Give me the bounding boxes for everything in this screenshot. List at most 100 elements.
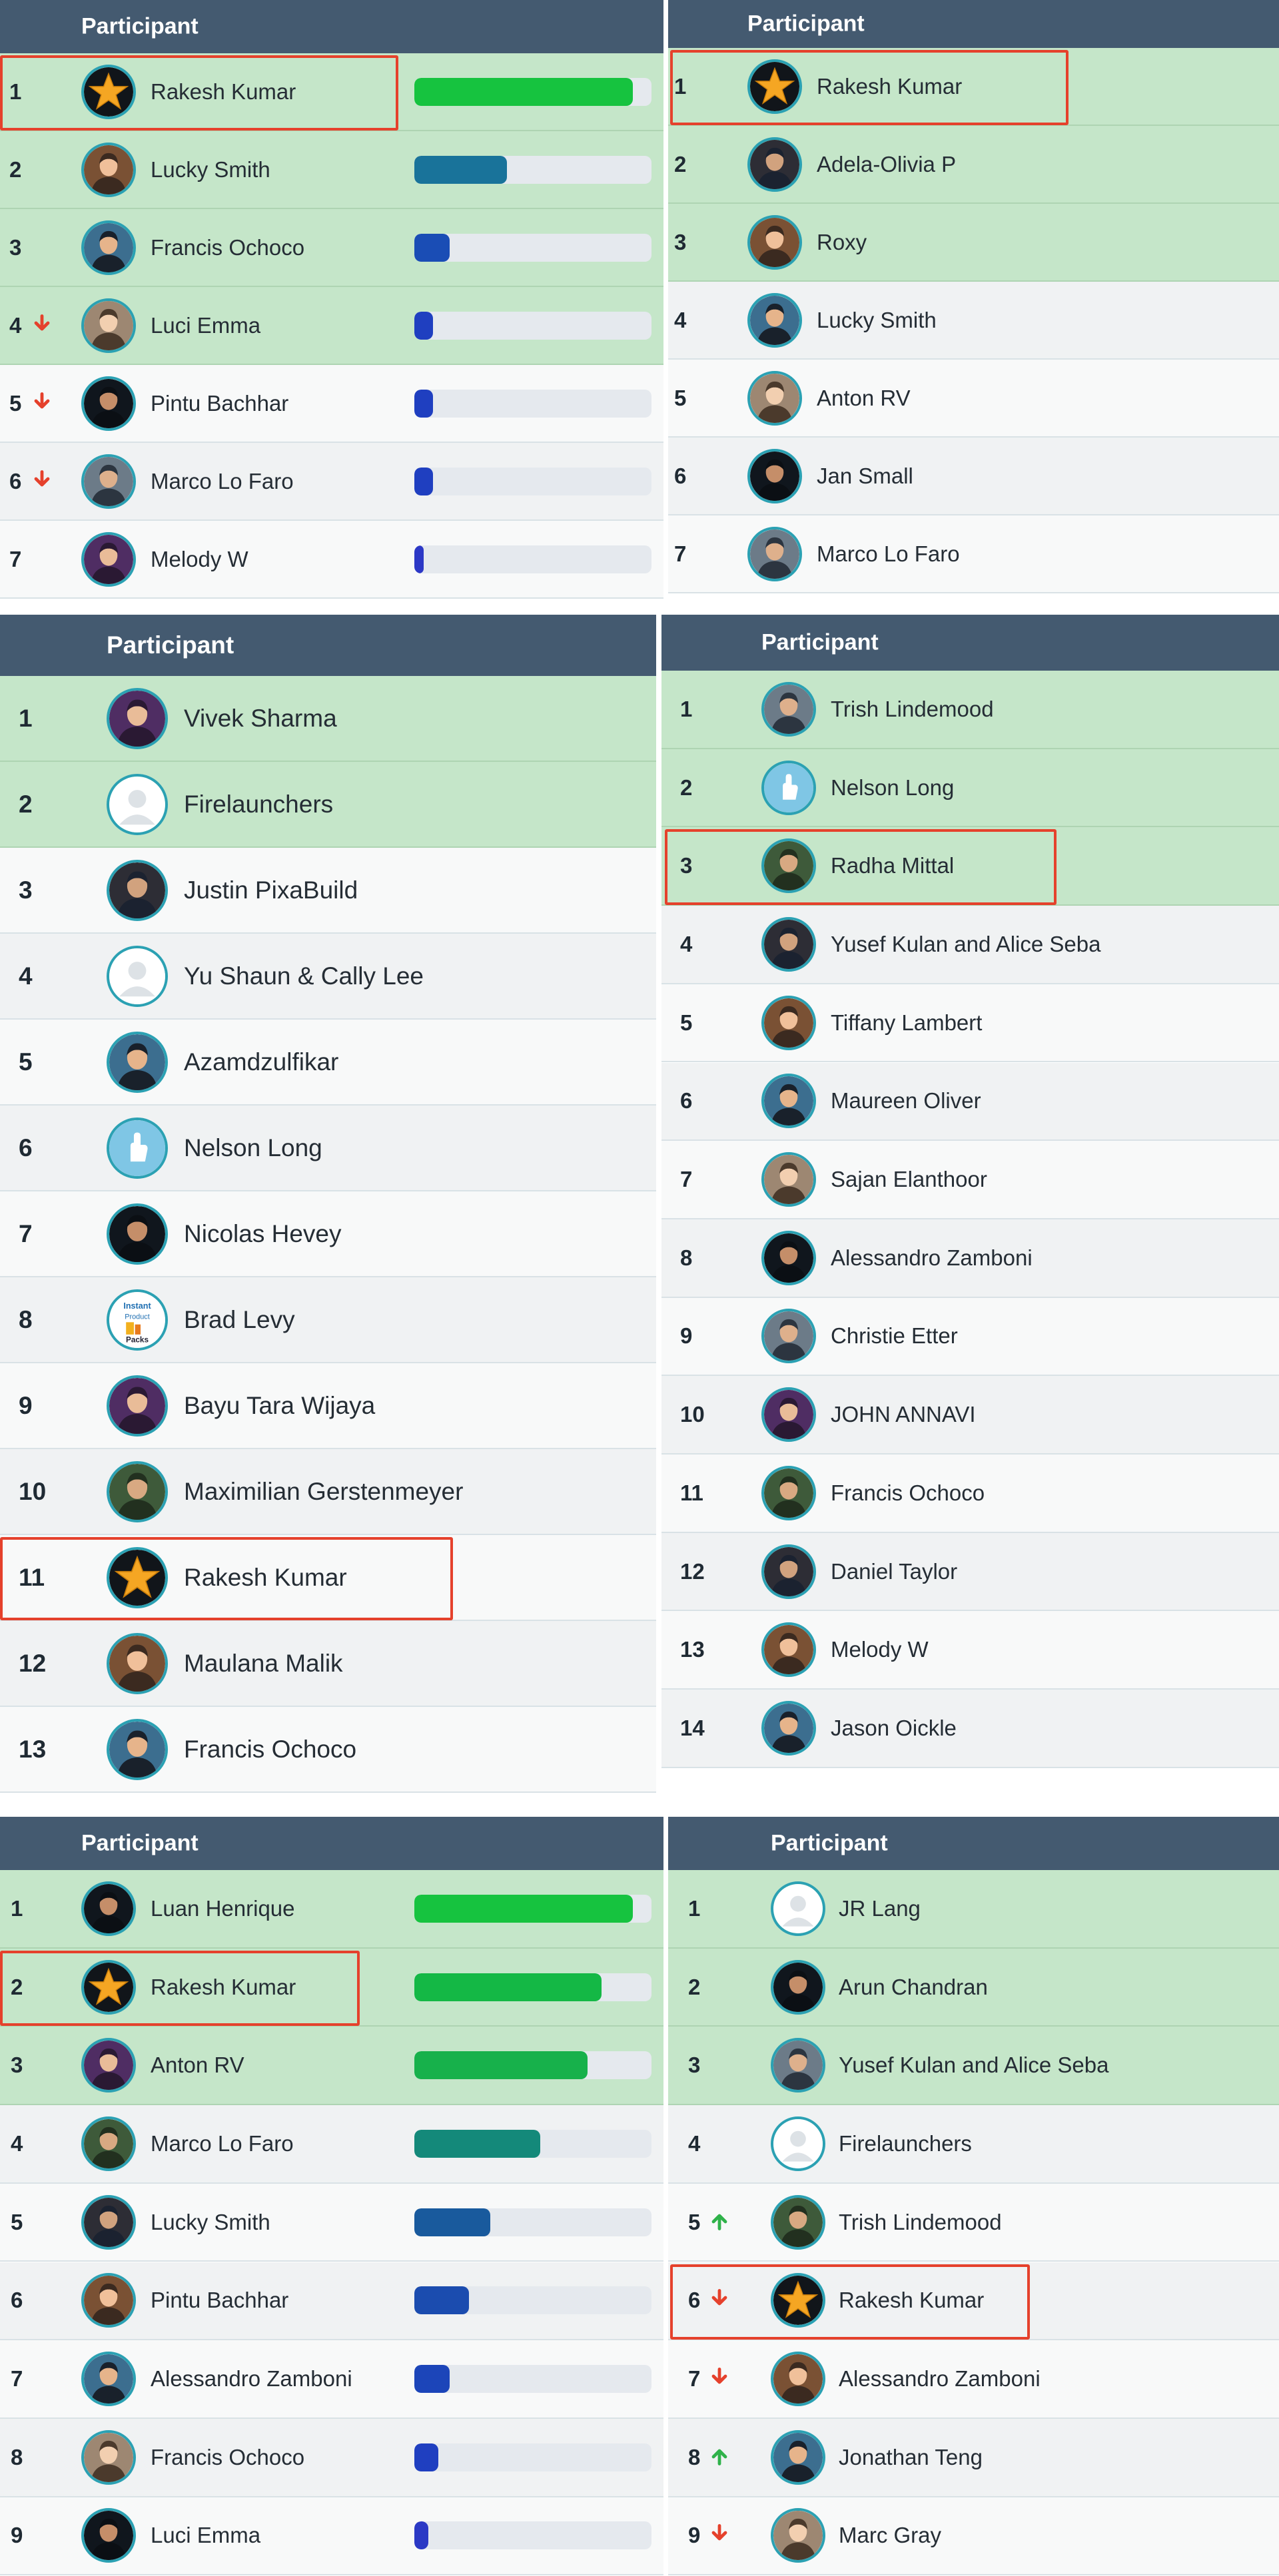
participant-name[interactable]: Pintu Bachhar — [151, 391, 288, 416]
participant-name[interactable]: Alessandro Zamboni — [831, 1245, 1033, 1271]
leaderboard-row[interactable]: 4 Luci Emma — [0, 287, 663, 365]
leaderboard-row[interactable]: 1 Trish Lindemood — [661, 671, 1279, 749]
leaderboard-row[interactable]: 8 Alessandro Zamboni — [661, 1219, 1279, 1298]
participant-name[interactable]: Marco Lo Faro — [151, 469, 294, 494]
participant-name[interactable]: Yu Shaun & Cally Lee — [184, 962, 424, 990]
participant-name[interactable]: Justin PixaBuild — [184, 876, 358, 904]
participant-name[interactable]: Azamdzulfikar — [184, 1048, 338, 1076]
leaderboard-row[interactable]: 3 Francis Ochoco — [0, 209, 663, 287]
leaderboard-row[interactable]: 9 Bayu Tara Wijaya — [0, 1363, 656, 1449]
leaderboard-row[interactable]: 4 Firelaunchers — [668, 2105, 1279, 2184]
participant-name[interactable]: JOHN ANNAVI — [831, 1402, 976, 1427]
leaderboard-row[interactable]: 3 Yusef Kulan and Alice Seba — [668, 2027, 1279, 2106]
leaderboard-row[interactable]: 6 Pintu Bachhar — [0, 2262, 663, 2341]
leaderboard-row[interactable]: 4 Marco Lo Faro — [0, 2105, 663, 2184]
participant-name[interactable]: Marco Lo Faro — [151, 2131, 294, 2156]
participant-name[interactable]: Sajan Elanthoor — [831, 1167, 987, 1192]
participant-name[interactable]: Jason Oickle — [831, 1716, 957, 1741]
leaderboard-row[interactable]: 6 Jan Small — [668, 438, 1279, 515]
participant-name[interactable]: Nelson Long — [184, 1134, 322, 1162]
leaderboard-row[interactable]: 4 Yusef Kulan and Alice Seba — [661, 906, 1279, 984]
leaderboard-row[interactable]: 6 Rakesh Kumar — [668, 2262, 1279, 2341]
leaderboard-row[interactable]: 1 Luan Henrique — [0, 1870, 663, 1949]
leaderboard-row[interactable]: 2 Arun Chandran — [668, 1948, 1279, 2027]
participant-name[interactable]: Vivek Sharma — [184, 705, 337, 733]
leaderboard-row[interactable]: 5 Tiffany Lambert — [661, 984, 1279, 1063]
participant-name[interactable]: Luan Henrique — [151, 1896, 295, 1921]
leaderboard-row[interactable]: 8 Francis Ochoco — [0, 2418, 663, 2497]
participant-name[interactable]: Rakesh Kumar — [839, 2288, 984, 2313]
leaderboard-row[interactable]: 9 Luci Emma — [0, 2497, 663, 2576]
participant-name[interactable]: Firelaunchers — [184, 791, 333, 818]
participant-name[interactable]: Anton RV — [817, 386, 911, 411]
participant-name[interactable]: Luci Emma — [151, 2523, 260, 2548]
participant-name[interactable]: Firelaunchers — [839, 2131, 972, 2156]
leaderboard-row[interactable]: 4 Lucky Smith — [668, 282, 1279, 360]
leaderboard-row[interactable]: 2 Rakesh Kumar — [0, 1948, 663, 2027]
leaderboard-row[interactable]: 2 Firelaunchers — [0, 762, 656, 848]
participant-name[interactable]: Tiffany Lambert — [831, 1010, 982, 1036]
leaderboard-row[interactable]: 7 Melody W — [0, 521, 663, 599]
leaderboard-row[interactable]: 2 Lucky Smith — [0, 131, 663, 209]
leaderboard-row[interactable]: 9 Marc Gray — [668, 2497, 1279, 2576]
participant-name[interactable]: Melody W — [831, 1637, 929, 1662]
participant-name[interactable]: Rakesh Kumar — [151, 79, 296, 105]
leaderboard-row[interactable]: 7 Sajan Elanthoor — [661, 1141, 1279, 1219]
leaderboard-row[interactable]: 5 Lucky Smith — [0, 2183, 663, 2262]
leaderboard-row[interactable]: 7 Nicolas Hevey — [0, 1191, 656, 1277]
participant-name[interactable]: Trish Lindemood — [839, 2210, 1002, 2235]
leaderboard-row[interactable]: 10 JOHN ANNAVI — [661, 1376, 1279, 1454]
participant-name[interactable]: Anton RV — [151, 2053, 244, 2078]
participant-name[interactable]: Roxy — [817, 230, 867, 255]
participant-name[interactable]: Rakesh Kumar — [817, 74, 962, 99]
leaderboard-row[interactable]: 3 Anton RV — [0, 2027, 663, 2106]
participant-name[interactable]: Jonathan Teng — [839, 2445, 983, 2470]
participant-name[interactable]: Rakesh Kumar — [151, 1975, 296, 2000]
participant-name[interactable]: Alessandro Zamboni — [151, 2366, 352, 2392]
participant-name[interactable]: Marco Lo Faro — [817, 541, 960, 567]
participant-name[interactable]: Yusef Kulan and Alice Seba — [831, 932, 1100, 957]
leaderboard-row[interactable]: 1 Rakesh Kumar — [668, 48, 1279, 126]
leaderboard-row[interactable]: 6 Marco Lo Faro — [0, 443, 663, 521]
leaderboard-row[interactable]: 11 Francis Ochoco — [661, 1454, 1279, 1533]
leaderboard-row[interactable]: 2 Nelson Long — [661, 749, 1279, 828]
participant-name[interactable]: Brad Levy — [184, 1306, 295, 1334]
participant-name[interactable]: Francis Ochoco — [831, 1480, 985, 1506]
participant-name[interactable]: Pintu Bachhar — [151, 2288, 288, 2313]
participant-name[interactable]: JR Lang — [839, 1896, 921, 1921]
leaderboard-row[interactable]: 7 Marco Lo Faro — [668, 515, 1279, 593]
leaderboard-row[interactable]: 6 Maureen Oliver — [661, 1062, 1279, 1141]
leaderboard-row[interactable]: 4 Yu Shaun & Cally Lee — [0, 934, 656, 1020]
leaderboard-row[interactable]: 9 Christie Etter — [661, 1297, 1279, 1377]
leaderboard-row[interactable]: 5 Pintu Bachhar — [0, 365, 663, 443]
leaderboard-row[interactable]: 14 Jason Oickle — [661, 1690, 1279, 1768]
leaderboard-row[interactable]: 1 JR Lang — [668, 1870, 1279, 1949]
leaderboard-row[interactable]: 13 Melody W — [661, 1611, 1279, 1690]
participant-name[interactable]: Melody W — [151, 547, 248, 572]
leaderboard-row[interactable]: 7 Alessandro Zamboni — [668, 2340, 1279, 2419]
participant-name[interactable]: Francis Ochoco — [151, 235, 304, 260]
participant-name[interactable]: Alessandro Zamboni — [839, 2366, 1041, 2392]
participant-name[interactable]: Yusef Kulan and Alice Seba — [839, 2053, 1108, 2078]
leaderboard-row[interactable]: 1 Vivek Sharma — [0, 676, 656, 762]
leaderboard-row[interactable]: 5 Azamdzulfikar — [0, 1020, 656, 1106]
leaderboard-row[interactable]: 8 Instant Product Packs Brad Levy — [0, 1277, 656, 1363]
leaderboard-row[interactable]: 11 Rakesh Kumar — [0, 1535, 656, 1621]
participant-name[interactable]: Adela-Olivia P — [817, 152, 956, 177]
leaderboard-row[interactable]: 5 Anton RV — [668, 360, 1279, 438]
participant-name[interactable]: Maureen Oliver — [831, 1088, 981, 1114]
leaderboard-row[interactable]: 3 Justin PixaBuild — [0, 848, 656, 934]
participant-name[interactable]: Nelson Long — [831, 775, 954, 801]
participant-name[interactable]: Daniel Taylor — [831, 1559, 957, 1584]
leaderboard-row[interactable]: 7 Alessandro Zamboni — [0, 2340, 663, 2419]
participant-name[interactable]: Radha Mittal — [831, 853, 954, 878]
participant-name[interactable]: Lucky Smith — [151, 2210, 270, 2235]
leaderboard-row[interactable]: 2 Adela-Olivia P — [668, 126, 1279, 204]
leaderboard-row[interactable]: 12 Maulana Malik — [0, 1621, 656, 1707]
participant-name[interactable]: Lucky Smith — [151, 157, 270, 182]
participant-name[interactable]: Maximilian Gerstenmeyer — [184, 1478, 463, 1506]
participant-name[interactable]: Luci Emma — [151, 313, 260, 338]
participant-name[interactable]: Bayu Tara Wijaya — [184, 1392, 375, 1420]
leaderboard-row[interactable]: 3 Roxy — [668, 204, 1279, 282]
participant-name[interactable]: Nicolas Hevey — [184, 1220, 341, 1248]
